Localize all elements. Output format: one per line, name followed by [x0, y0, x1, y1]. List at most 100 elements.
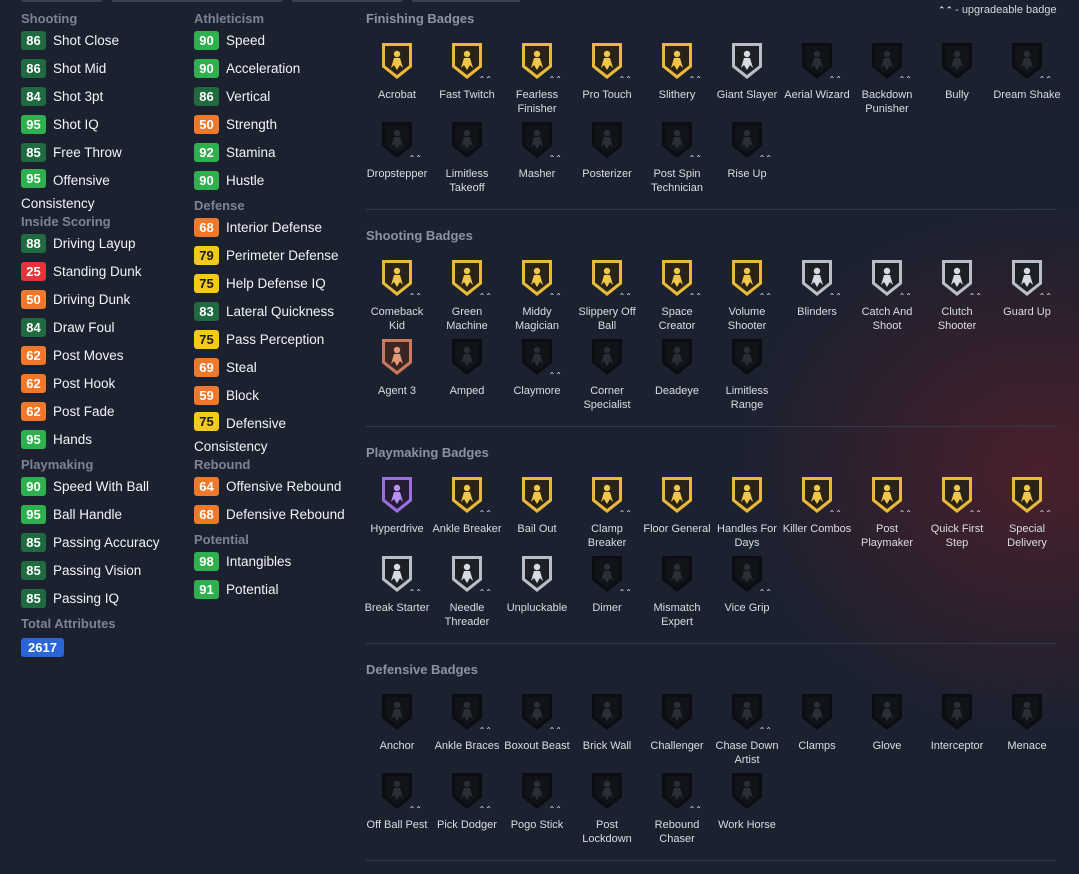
attribute-name: Defensive Rebound	[226, 507, 345, 522]
badge-ankle-braces[interactable]: ⌃⌃ Ankle Braces	[432, 692, 502, 753]
rebound-chaser-icon: ⌃⌃	[660, 771, 702, 814]
badge-dream-shake[interactable]: ⌃⌃ Dream Shake	[992, 41, 1062, 102]
badge-interceptor[interactable]: Interceptor	[922, 692, 992, 753]
badge-space-creator[interactable]: ⌃⌃ Space Creator	[642, 258, 712, 333]
badge-vice-grip[interactable]: ⌃⌃ Vice Grip	[712, 554, 782, 615]
upgrade-chevron-icon: ⌃⌃	[478, 805, 492, 814]
badge-killer-combos[interactable]: ⌃⌃ Killer Combos	[782, 475, 852, 536]
post-spin-technician-icon: ⌃⌃	[660, 120, 702, 163]
badge-chase-down-artist[interactable]: ⌃⌃ Chase Down Artist	[712, 692, 782, 767]
attribute-rating: 84	[21, 87, 46, 106]
badge-label: Menace	[1007, 740, 1047, 752]
aerial-wizard-icon: ⌃⌃	[800, 41, 842, 84]
upgrade-chevron-icon: ⌃⌃	[828, 75, 842, 84]
badge-fearless-finisher[interactable]: ⌃⌃ Fearless Finisher	[502, 41, 572, 116]
badge-clutch-shooter[interactable]: ⌃⌃ Clutch Shooter	[922, 258, 992, 333]
badge-label: Mismatch Expert	[653, 602, 701, 628]
attribute-name: Block	[226, 388, 260, 403]
badge-blinders[interactable]: ⌃⌃ Blinders	[782, 258, 852, 319]
badge-clamp-breaker[interactable]: ⌃⌃ Clamp Breaker	[572, 475, 642, 550]
badge-hyperdrive[interactable]: Hyperdrive	[362, 475, 432, 536]
upgrade-chevron-icon: ⌃⌃	[688, 75, 702, 84]
badge-acrobat[interactable]: Acrobat	[362, 41, 432, 102]
attribute-row-strength: 50 Strength	[194, 115, 364, 143]
badge-pogo-stick[interactable]: ⌃⌃ Pogo Stick	[502, 771, 572, 832]
challenger-icon	[660, 692, 694, 732]
badge-limitless-range[interactable]: Limitless Range	[712, 337, 782, 412]
attribute-rating: 85	[21, 561, 46, 580]
badge-dropstepper[interactable]: ⌃⌃ Dropstepper	[362, 120, 432, 181]
attribute-rating: 68	[194, 505, 219, 524]
badge-agent-3[interactable]: Agent 3	[362, 337, 432, 398]
attribute-rating: 95	[21, 505, 46, 524]
attribute-row-passing-vision: 85 Passing Vision	[21, 561, 186, 589]
badge-catch-and-shoot[interactable]: ⌃⌃ Catch And Shoot	[852, 258, 922, 333]
badge-guard-up[interactable]: ⌃⌃ Guard Up	[992, 258, 1062, 319]
badge-limitless-takeoff[interactable]: Limitless Takeoff	[432, 120, 502, 195]
badge-rebound-chaser[interactable]: ⌃⌃ Rebound Chaser	[642, 771, 712, 846]
attribute-name: Intangibles	[226, 554, 292, 569]
badge-boxout-beast[interactable]: ⌃⌃ Boxout Beast	[502, 692, 572, 753]
badge-mismatch-expert[interactable]: Mismatch Expert	[642, 554, 712, 629]
badge-work-horse[interactable]: Work Horse	[712, 771, 782, 832]
badge-needle-threader[interactable]: ⌃⌃ Needle Threader	[432, 554, 502, 629]
badge-label: Glove	[872, 740, 902, 752]
badge-unpluckable[interactable]: Unpluckable	[502, 554, 572, 615]
attribute-name: Offensive Rebound	[226, 479, 342, 494]
badge-challenger[interactable]: Challenger	[642, 692, 712, 753]
badge-masher[interactable]: ⌃⌃ Masher	[502, 120, 572, 181]
badge-comeback-kid[interactable]: ⌃⌃ Comeback Kid	[362, 258, 432, 333]
attribute-row-shot-iq: 95 Shot IQ	[21, 115, 186, 143]
badge-brick-wall[interactable]: Brick Wall	[572, 692, 642, 753]
upgrade-chevron-icon: ⌃⌃	[618, 509, 632, 518]
badge-special-delivery[interactable]: ⌃⌃ Special Delivery	[992, 475, 1062, 550]
badge-slithery[interactable]: ⌃⌃ Slithery	[642, 41, 712, 102]
attribute-row-free-throw: 85 Free Throw	[21, 143, 186, 171]
badge-pick-dodger[interactable]: ⌃⌃ Pick Dodger	[432, 771, 502, 832]
badge-middy-magician[interactable]: ⌃⌃ Middy Magician	[502, 258, 572, 333]
badge-posterizer[interactable]: Posterizer	[572, 120, 642, 181]
attribute-row-post-moves: 62 Post Moves	[21, 346, 186, 374]
attribute-rating: 85	[21, 143, 46, 162]
badge-giant-slayer[interactable]: Giant Slayer	[712, 41, 782, 102]
badge-backdown-punisher[interactable]: ⌃⌃ Backdown Punisher	[852, 41, 922, 116]
comeback-kid-icon: ⌃⌃	[380, 258, 422, 301]
badge-off-ball-pest[interactable]: ⌃⌃ Off Ball Pest	[362, 771, 432, 832]
badge-label: Slithery	[658, 89, 696, 101]
badge-quick-first-step[interactable]: ⌃⌃ Quick First Step	[922, 475, 992, 550]
attribute-name: Hands	[53, 432, 93, 447]
badge-clamps[interactable]: Clamps	[782, 692, 852, 753]
badge-deadeye[interactable]: Deadeye	[642, 337, 712, 398]
badge-bully[interactable]: Bully	[922, 41, 992, 102]
work-horse-icon	[730, 771, 764, 811]
attribute-row-block: 59 Block	[194, 386, 364, 414]
badge-volume-shooter[interactable]: ⌃⌃ Volume Shooter	[712, 258, 782, 333]
badge-glove[interactable]: Glove	[852, 692, 922, 753]
badge-dimer[interactable]: ⌃⌃ Dimer	[572, 554, 642, 615]
backdown-punisher-icon: ⌃⌃	[870, 41, 912, 84]
upgrade-chevron-icon: ⌃⌃	[408, 805, 422, 814]
badge-amped[interactable]: Amped	[432, 337, 502, 398]
badge-bail-out[interactable]: Bail Out	[502, 475, 572, 536]
badge-floor-general[interactable]: Floor General	[642, 475, 712, 536]
badge-green-machine[interactable]: ⌃⌃ Green Machine	[432, 258, 502, 333]
badge-corner-specialist[interactable]: Corner Specialist	[572, 337, 642, 412]
attribute-rating: 75	[194, 412, 219, 431]
badge-break-starter[interactable]: ⌃⌃ Break Starter	[362, 554, 432, 615]
badge-anchor[interactable]: Anchor	[362, 692, 432, 753]
badge-pro-touch[interactable]: ⌃⌃ Pro Touch	[572, 41, 642, 102]
badge-menace[interactable]: Menace	[992, 692, 1062, 753]
badge-slippery-off-ball[interactable]: ⌃⌃ Slippery Off Ball	[572, 258, 642, 333]
badge-rise-up[interactable]: ⌃⌃ Rise Up	[712, 120, 782, 181]
badge-post-lockdown[interactable]: Post Lockdown	[572, 771, 642, 846]
badge-fast-twitch[interactable]: ⌃⌃ Fast Twitch	[432, 41, 502, 102]
badge-post-playmaker[interactable]: ⌃⌃ Post Playmaker	[852, 475, 922, 550]
badge-aerial-wizard[interactable]: ⌃⌃ Aerial Wizard	[782, 41, 852, 102]
break-starter-icon: ⌃⌃	[380, 554, 422, 597]
upgrade-chevron-icon: ⌃⌃	[478, 509, 492, 518]
badge-post-spin-technician[interactable]: ⌃⌃ Post Spin Technician	[642, 120, 712, 195]
badge-handles-for-days[interactable]: Handles For Days	[712, 475, 782, 550]
badge-claymore[interactable]: ⌃⌃ Claymore	[502, 337, 572, 398]
badge-label: Needle Threader	[444, 602, 490, 628]
badge-ankle-breaker[interactable]: ⌃⌃ Ankle Breaker	[432, 475, 502, 536]
